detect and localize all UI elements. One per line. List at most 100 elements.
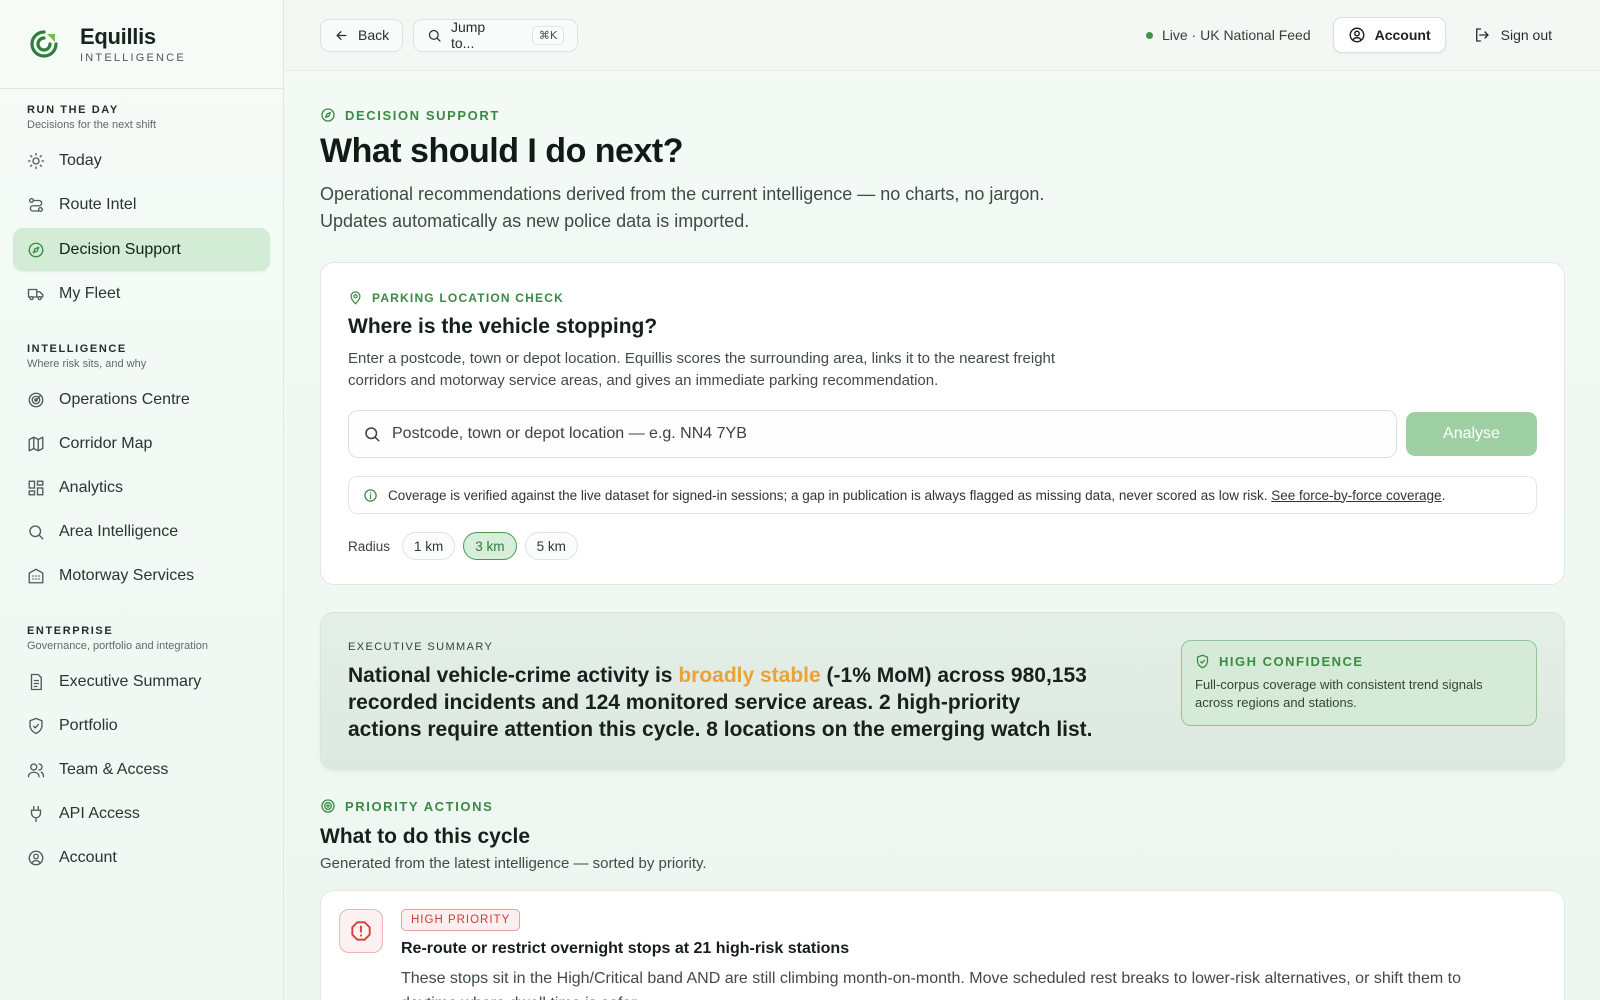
sidebar-item-label: Executive Summary <box>59 673 202 690</box>
search-icon <box>428 29 441 42</box>
arrow-left-icon <box>336 30 347 40</box>
priority-subtitle: Generated from the latest intelligence —… <box>320 855 707 872</box>
exec-highlight: broadly stable <box>678 664 821 687</box>
sidebar-item-label: Route Intel <box>59 196 137 213</box>
sidebar-item-team-access[interactable]: Team & Access <box>13 748 270 792</box>
topbar: Back Jump to... ⌘K Live · UK National Fe… <box>285 0 1600 71</box>
sidebar-item-corridor-map[interactable]: Corridor Map <box>13 422 270 466</box>
sidebar-item-executive-summary[interactable]: Executive Summary <box>13 660 270 704</box>
topbar-right: Live · UK National Feed Account Sign out <box>1145 17 1552 53</box>
back-button[interactable]: Back <box>320 18 404 52</box>
shortcut-hint: ⌘K <box>531 25 565 45</box>
document-icon <box>30 673 42 691</box>
location-search-input[interactable] <box>392 425 1352 443</box>
sidebar-item-label: Area Intelligence <box>59 523 179 540</box>
nav-section-enterprise: ENTERPRISE Governance, portfolio and int… <box>0 625 283 880</box>
sidebar-item-label: Account <box>59 849 117 866</box>
sidebar-item-label: API Access <box>59 805 140 822</box>
nav-section-subtitle: Decisions for the next shift <box>27 119 157 131</box>
brand[interactable]: Equillis INTELLIGENCE <box>0 0 283 89</box>
brand-sub: INTELLIGENCE <box>80 52 186 64</box>
action-body: HIGH PRIORITY Re-route or restrict overn… <box>401 909 1501 1000</box>
priority-badge: HIGH PRIORITY <box>401 909 521 931</box>
search-icon <box>29 525 44 540</box>
analyse-button[interactable]: Analyse <box>1406 412 1537 456</box>
sidebar-item-label: Analytics <box>59 479 124 496</box>
sidebar-item-label: Corridor Map <box>59 435 153 452</box>
shield-check-icon <box>1196 654 1209 669</box>
location-search-box <box>348 410 1397 458</box>
confidence-text: Full-corpus coverage with consistent tre… <box>1195 677 1483 710</box>
parking-description: Enter a postcode, town or depot location… <box>348 350 1056 389</box>
sidebar-item-label: Decision Support <box>59 240 181 258</box>
compass-icon <box>28 242 44 257</box>
sign-out-button[interactable]: Sign out <box>1473 26 1552 44</box>
priority-action-card[interactable]: HIGH PRIORITY Re-route or restrict overn… <box>320 890 1565 1000</box>
sidebar-item-analytics[interactable]: Analytics <box>13 466 270 510</box>
compass-icon <box>321 108 335 122</box>
parking-check-card: PARKING LOCATION CHECK Where is the vehi… <box>320 262 1565 585</box>
radius-option-5km[interactable]: 5 km <box>524 532 578 560</box>
sidebar-item-operations-centre[interactable]: Operations Centre <box>13 378 270 422</box>
sign-out-label: Sign out <box>1500 27 1552 43</box>
nav-section-run-the-day: RUN THE DAY Decisions for the next shift… <box>0 104 283 316</box>
sidebar-item-motorway-services[interactable]: Motorway Services <box>13 554 270 598</box>
radius-option-3km[interactable]: 3 km <box>463 532 517 560</box>
user-circle-icon <box>28 850 44 866</box>
page-eyebrow-label: DECISION SUPPORT <box>345 107 500 123</box>
sidebar-item-account[interactable]: Account <box>13 836 270 880</box>
search-icon <box>365 427 380 442</box>
sidebar-item-today[interactable]: Today <box>13 139 270 183</box>
sidebar-item-label: Today <box>59 152 102 169</box>
action-title: Re-route or restrict overnight stops at … <box>401 940 850 957</box>
radar-icon <box>28 392 44 408</box>
building-icon <box>28 568 44 584</box>
nav-section-title: RUN THE DAY <box>27 104 119 116</box>
parking-eyebrow-label: PARKING LOCATION CHECK <box>372 290 564 305</box>
sidebar-item-portfolio[interactable]: Portfolio <box>13 704 270 748</box>
sidebar-item-area-intelligence[interactable]: Area Intelligence <box>13 510 270 554</box>
live-status-label: Live · UK National Feed <box>1161 27 1311 43</box>
truck-icon <box>27 288 44 301</box>
jump-to-button[interactable]: Jump to... ⌘K <box>413 18 579 52</box>
equillis-logo-icon <box>30 30 58 58</box>
action-text: These stops sit in the High/Critical ban… <box>401 970 1461 1000</box>
sidebar-item-label: Motorway Services <box>59 567 195 584</box>
sidebar-item-decision-support[interactable]: Decision Support <box>13 228 270 271</box>
nav-section-title: INTELLIGENCE <box>27 343 127 355</box>
sidebar-item-api-access[interactable]: API Access <box>13 792 270 836</box>
confidence-title: HIGH CONFIDENCE <box>1219 654 1364 669</box>
sidebar-item-route-intel[interactable]: Route Intel <box>13 183 270 227</box>
coverage-notice: Coverage is verified against the live da… <box>348 476 1537 514</box>
grid-icon <box>28 480 44 496</box>
logout-icon <box>1475 28 1489 42</box>
live-status: Live · UK National Feed <box>1145 27 1311 43</box>
sidebar-item-label: Team & Access <box>59 761 169 778</box>
users-icon <box>27 763 45 778</box>
account-button[interactable]: Account <box>1332 17 1446 53</box>
map-pin-icon <box>350 291 361 305</box>
live-dot <box>1145 31 1153 39</box>
back-label: Back <box>358 27 390 43</box>
nav-section-title: ENTERPRISE <box>27 625 114 637</box>
exec-text-pre: National vehicle-crime activity is <box>348 664 679 687</box>
priority-eyebrow-label: PRIORITY ACTIONS <box>345 798 494 814</box>
nav-section-subtitle: Where risk sits, and why <box>27 358 147 370</box>
nav-section-subtitle: Governance, portfolio and integration <box>27 640 209 652</box>
parking-title: Where is the vehicle stopping? <box>348 315 658 338</box>
jump-to-label: Jump to... <box>450 19 486 51</box>
sidebar-item-label: Portfolio <box>59 717 118 734</box>
user-circle-icon <box>1349 27 1365 43</box>
confidence-title-row: HIGH CONFIDENCE <box>1195 654 1523 669</box>
priority-actions-section: PRIORITY ACTIONS What to do this cycle G… <box>320 798 1565 1000</box>
coverage-link[interactable]: See force-by-force coverage <box>1271 488 1441 503</box>
info-icon <box>364 488 377 502</box>
priority-title: What to do this cycle <box>320 825 531 848</box>
sidebar-item-my-fleet[interactable]: My Fleet <box>13 272 270 316</box>
sidebar-item-label: My Fleet <box>59 285 121 302</box>
confidence-badge: HIGH CONFIDENCE Full-corpus coverage wit… <box>1181 640 1537 726</box>
page-body: DECISION SUPPORT What should I do next? … <box>285 71 1600 1000</box>
page-title: What should I do next? <box>320 132 683 170</box>
radius-option-1km[interactable]: 1 km <box>402 532 456 560</box>
nav-section-intelligence: INTELLIGENCE Where risk sits, and why Op… <box>0 343 283 598</box>
